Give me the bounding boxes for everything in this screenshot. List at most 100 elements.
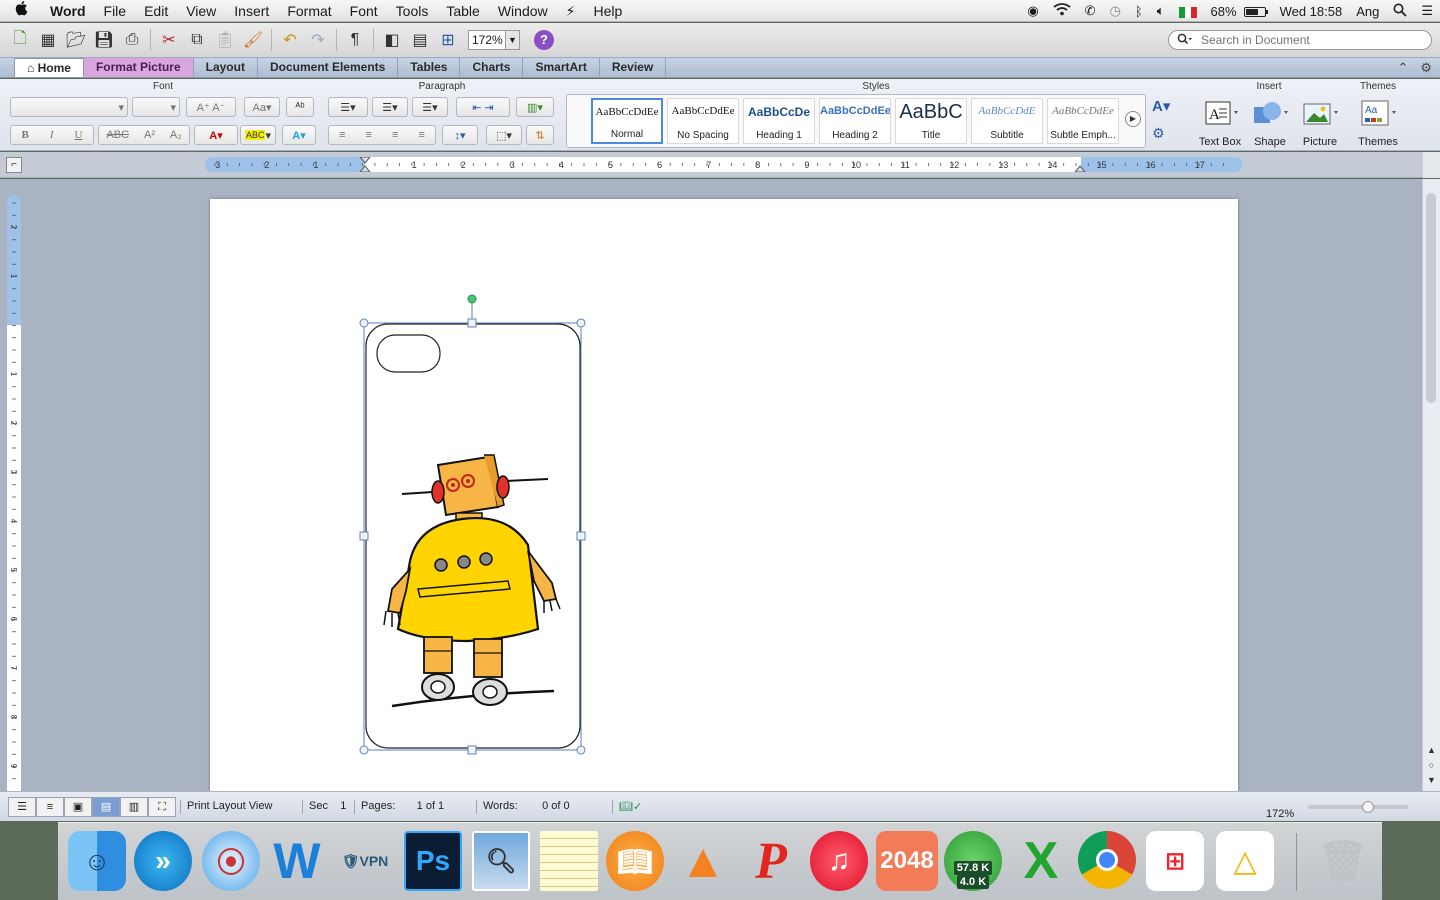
themes-button[interactable]: Aa Themes (1352, 99, 1404, 149)
bluetooth-icon[interactable]: ᛒ (1128, 4, 1150, 19)
paste-icon[interactable]: 📋︎ (211, 27, 239, 53)
picture-button[interactable]: Picture (1294, 99, 1346, 149)
safari-icon[interactable]: ⦿ (202, 831, 260, 891)
help-icon[interactable]: ? (534, 30, 554, 50)
tab-document-elements[interactable]: Document Elements (258, 58, 399, 77)
spelling-check-icon[interactable]: 📖︎✓ (612, 800, 642, 814)
phone-icon[interactable]: ✆ (1078, 3, 1103, 19)
highlight-icon[interactable]: ABC ▾ (240, 125, 276, 145)
itunes-icon[interactable]: ♫ (810, 831, 868, 891)
preview-icon[interactable]: 🔍︎ (472, 831, 530, 891)
numbering-icon[interactable]: ☰▾ (372, 97, 408, 117)
font-color-icon[interactable]: A▾ (194, 125, 238, 145)
tab-charts[interactable]: Charts (460, 58, 524, 77)
resize-handle[interactable] (359, 531, 369, 541)
borders-icon[interactable]: ⬚▾ (486, 125, 522, 145)
font-name-select[interactable]: ▾ (10, 97, 128, 117)
words-field[interactable]: Words: 0 of 0 (476, 800, 570, 814)
draft-view-icon[interactable]: ☰ (8, 797, 36, 817)
tab-format-picture[interactable]: Format Picture (83, 58, 194, 77)
menu-file[interactable]: File (95, 0, 136, 22)
apple-icon[interactable] (0, 0, 44, 21)
focus-view-icon[interactable]: ⛶ (148, 797, 176, 817)
style-subtle-emphasis[interactable]: AaBbCcDdEe Subtle Emph... (1047, 98, 1119, 144)
document-page[interactable] (210, 199, 1238, 791)
line-spacing-icon[interactable]: ↕▾ (442, 125, 478, 145)
publishing-view-icon[interactable]: ▣ (64, 797, 92, 817)
undo-icon[interactable]: ↶ (276, 27, 304, 53)
menu-insert[interactable]: Insert (225, 0, 278, 22)
notes-icon[interactable] (540, 831, 598, 891)
google-drive-icon[interactable]: △ (1216, 831, 1274, 891)
tab-stop-selector-icon[interactable]: ⌐ (6, 157, 22, 173)
resize-handle[interactable] (576, 318, 586, 328)
templates-gallery-icon[interactable]: ▦ (34, 27, 62, 53)
resize-handle[interactable] (576, 531, 586, 541)
columns-icon[interactable]: ▥▾ (516, 97, 554, 117)
redo-icon[interactable]: ↷ (304, 27, 332, 53)
tab-smartart[interactable]: SmartArt (523, 58, 600, 77)
text-styles-icon[interactable]: A▾ (1152, 97, 1180, 119)
shape-button[interactable]: Shape (1244, 99, 1296, 149)
style-subtitle[interactable]: AaBbCcDdE Subtitle (971, 98, 1043, 144)
print-layout-view-icon[interactable]: ▤ (92, 797, 120, 817)
sync-icon[interactable]: ◉ (1020, 3, 1045, 19)
pages-field[interactable]: Pages: 1 of 1 (354, 800, 444, 814)
ribbon-settings-gear-icon[interactable]: ⚙ (1420, 58, 1432, 77)
style-title[interactable]: AaBbC Title (895, 98, 967, 144)
toolbox-icon[interactable]: ⊞ (434, 27, 462, 53)
bold-italic-underline[interactable]: BIU (10, 125, 94, 145)
open-icon[interactable]: 📂︎ (62, 27, 90, 53)
menu-view[interactable]: View (177, 0, 225, 22)
multilevel-list-icon[interactable]: ☰▾ (412, 97, 448, 117)
sort-icon[interactable]: ⇅ (526, 125, 554, 145)
first-line-indent-marker[interactable] (359, 157, 371, 172)
bullets-icon[interactable]: ☰▾ (328, 97, 368, 117)
vertical-scrollbar[interactable]: ▲ ○ ▼ (1422, 179, 1440, 791)
resize-handle[interactable] (576, 745, 586, 755)
vertical-ruler[interactable]: 21123456789 (7, 195, 21, 791)
spotlight-icon[interactable] (1386, 3, 1414, 20)
tab-home[interactable]: ⌂ Home (14, 58, 84, 77)
wifi-icon[interactable] (1046, 3, 1078, 19)
menu-app-word[interactable]: Word (44, 0, 95, 22)
font-size-select[interactable]: ▾ (132, 97, 180, 117)
finder-icon[interactable]: ☺ (68, 831, 126, 891)
zoom-slider[interactable] (1308, 801, 1408, 813)
battery-icon[interactable] (1243, 4, 1273, 19)
tab-review[interactable]: Review (600, 58, 667, 77)
horizontal-ruler[interactable]: 3 2 1 1 2 3 4 5 6 7 8 9 10 11 12 13 14 15 16 17 (205, 157, 1242, 172)
style-heading-1[interactable]: AaBbCcDe Heading 1 (743, 98, 815, 144)
clock[interactable]: Wed 18:58 (1273, 4, 1350, 19)
change-case-icon[interactable]: Aa▾ (244, 97, 280, 117)
page-navigation-arrows[interactable]: ▲ ○ ▼ (1424, 743, 1439, 789)
vpn-icon[interactable]: 🛡︎VPN (336, 831, 394, 891)
input-source-flag-icon[interactable] (1172, 4, 1204, 19)
user-name[interactable]: Ang (1349, 4, 1386, 19)
resize-handle[interactable] (467, 318, 477, 328)
sidebar-icon[interactable]: ◧ (378, 27, 406, 53)
strike-super-sub-icons[interactable]: ABC A² A₂ (98, 125, 190, 145)
outline-view-icon[interactable]: ≡ (36, 797, 64, 817)
format-painter-icon[interactable]: 🖌︎ (239, 27, 267, 53)
ibooks-icon[interactable]: 📖︎ (606, 831, 664, 891)
resize-handle[interactable] (467, 745, 477, 755)
cut-icon[interactable]: ✂ (155, 27, 183, 53)
vlc-icon[interactable]: ▲ (674, 831, 732, 891)
scrollbar-thumb[interactable] (1426, 193, 1436, 403)
clear-formatting-icon[interactable]: ᴬᵇ (286, 97, 314, 117)
phone-case-picture[interactable] (358, 289, 598, 759)
wps-presentation-icon[interactable]: P (742, 831, 800, 891)
styles-pane-icon[interactable]: ⚙ (1152, 125, 1180, 147)
save-icon[interactable]: 💾︎ (90, 27, 118, 53)
indent-icons[interactable]: ⇤ ⇥ (456, 97, 510, 117)
right-indent-marker[interactable] (1074, 165, 1086, 172)
trash-icon[interactable]: 🗑︎ (1314, 831, 1372, 891)
notification-center-icon[interactable]: ☰ (1414, 3, 1440, 19)
media-browser-icon[interactable]: ▤ (406, 27, 434, 53)
styles-next-arrow-icon[interactable]: ▶ (1125, 111, 1141, 127)
menu-help[interactable]: Help (584, 0, 631, 22)
menu-tools[interactable]: Tools (387, 0, 438, 22)
copy-icon[interactable]: ⧉ (183, 27, 211, 53)
resize-handle[interactable] (359, 745, 369, 755)
